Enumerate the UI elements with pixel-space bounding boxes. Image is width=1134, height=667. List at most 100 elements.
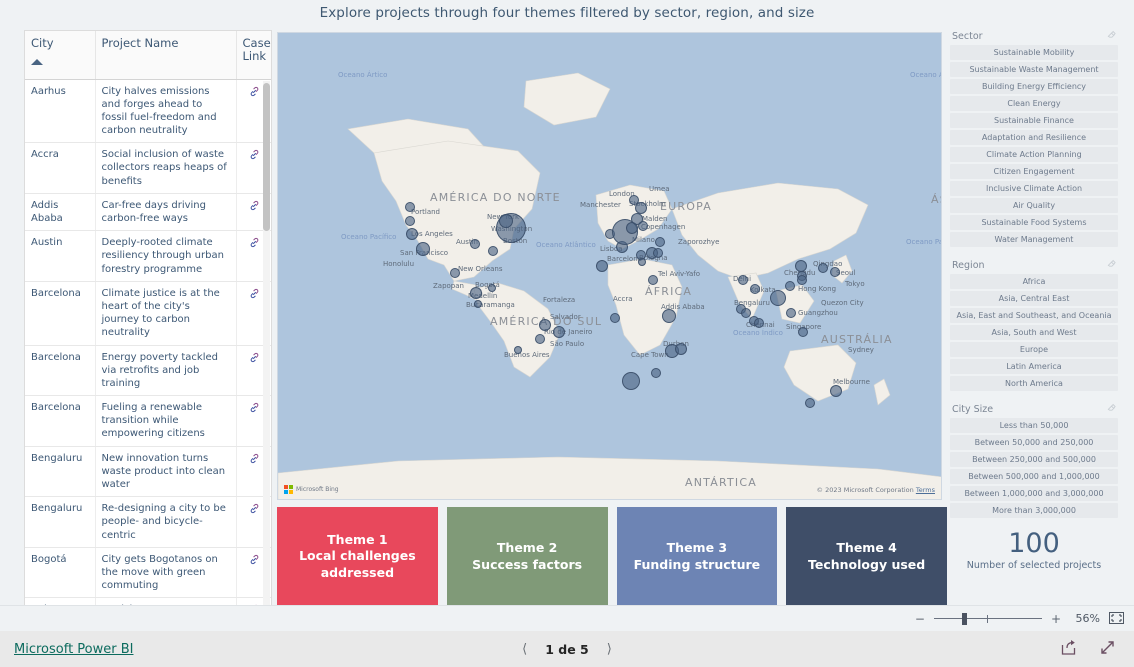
- world-map[interactable]: Oceano ÁrticoOceano ÁrticoOceano Pacífic…: [277, 32, 942, 500]
- map-bubble[interactable]: [785, 281, 795, 291]
- filter-option[interactable]: Climate Action Planning: [950, 147, 1118, 162]
- filter-option[interactable]: Sustainable Mobility: [950, 45, 1118, 60]
- chain-link-icon[interactable]: [249, 200, 260, 215]
- chain-link-icon[interactable]: [249, 352, 260, 367]
- map-bubble[interactable]: [797, 275, 807, 285]
- column-header-case-link[interactable]: Case Link: [236, 31, 271, 80]
- zoom-out-button[interactable]: −: [915, 613, 925, 625]
- filter-option[interactable]: Asia, East and Southeast, and Oceania: [950, 308, 1118, 323]
- map-bubble[interactable]: [514, 346, 522, 354]
- map-bubble[interactable]: [662, 309, 676, 323]
- theme-button-3[interactable]: Theme 3 Funding structure: [616, 507, 778, 605]
- map-bubble[interactable]: [638, 221, 648, 231]
- chain-link-icon[interactable]: [249, 402, 260, 417]
- zoom-slider[interactable]: [933, 612, 1042, 625]
- chain-link-icon[interactable]: [249, 237, 260, 252]
- filter-option[interactable]: Between 1,000,000 and 3,000,000: [950, 486, 1118, 501]
- table-row[interactable]: Barcelona Energy poverty tackled via retr…: [25, 345, 271, 397]
- map-bubble[interactable]: [648, 275, 658, 285]
- filter-option[interactable]: Inclusive Climate Action: [950, 181, 1118, 196]
- filter-option[interactable]: Sustainable Waste Management: [950, 62, 1118, 77]
- map-bubble[interactable]: [653, 248, 663, 258]
- chevron-right-icon[interactable]: ⟩: [607, 642, 612, 657]
- chain-link-icon[interactable]: [249, 149, 260, 164]
- filter-option[interactable]: Between 500,000 and 1,000,000: [950, 469, 1118, 484]
- table-row[interactable]: BolognaParticipatory process pushes sust…: [25, 597, 271, 605]
- table-row[interactable]: Addis Ababa Car-free days driving carbon-…: [25, 193, 271, 232]
- map-bubble[interactable]: [805, 398, 815, 408]
- map-bubble[interactable]: [488, 246, 498, 256]
- map-bubble[interactable]: [638, 258, 646, 266]
- map-bubble[interactable]: [535, 334, 545, 344]
- chevron-left-icon[interactable]: ⟨: [522, 642, 527, 657]
- table-row[interactable]: Bengaluru Re-designing a city to be peopl…: [25, 496, 271, 548]
- table-row[interactable]: Austin Deeply-rooted climate resiliency t…: [25, 230, 271, 282]
- filter-option[interactable]: Clean Energy: [950, 96, 1118, 111]
- filter-option[interactable]: Africa: [950, 274, 1118, 289]
- map-bubble[interactable]: [750, 284, 760, 294]
- filter-option[interactable]: Adaptation and Resilience: [950, 130, 1118, 145]
- map-bubble[interactable]: [786, 308, 796, 318]
- map-bubble[interactable]: [596, 260, 608, 272]
- map-bubble[interactable]: [499, 214, 513, 228]
- zoom-slider-thumb[interactable]: [961, 612, 967, 625]
- theme-button-2[interactable]: Theme 2 Success factors: [446, 507, 608, 605]
- map-bubble[interactable]: [474, 300, 482, 308]
- map-terms-link[interactable]: Terms: [916, 486, 935, 494]
- theme-button-1[interactable]: Theme 1 Local challenges addressed: [277, 507, 438, 605]
- map-bubble[interactable]: [798, 327, 808, 337]
- chain-link-icon[interactable]: [249, 453, 260, 468]
- filter-option[interactable]: Sustainable Finance: [950, 113, 1118, 128]
- chain-link-icon[interactable]: [249, 554, 260, 569]
- table-row[interactable]: Bengaluru New innovation turns waste prod…: [25, 446, 271, 498]
- table-row[interactable]: Barcelona Fueling a renewable transition …: [25, 395, 271, 447]
- map-bubble[interactable]: [770, 290, 786, 306]
- chain-link-icon[interactable]: [249, 288, 260, 303]
- eraser-icon[interactable]: [1107, 259, 1116, 271]
- microsoft-bing-logo[interactable]: Microsoft Bing: [284, 485, 339, 494]
- projects-table[interactable]: City Project Name Case Link Aarhus City h…: [24, 30, 272, 605]
- filter-option[interactable]: Between 250,000 and 500,000: [950, 452, 1118, 467]
- map-bubble[interactable]: [416, 242, 430, 256]
- map-bubble[interactable]: [405, 216, 415, 226]
- filter-option[interactable]: North America: [950, 376, 1118, 391]
- filter-option[interactable]: Less than 50,000: [950, 418, 1118, 433]
- filter-option[interactable]: Citizen Engagement: [950, 164, 1118, 179]
- eraser-icon[interactable]: [1107, 403, 1116, 415]
- map-bubble[interactable]: [651, 368, 661, 378]
- table-row[interactable]: Accra Social inclusion of waste collector…: [25, 142, 271, 194]
- map-bubble[interactable]: [553, 326, 565, 338]
- filter-option[interactable]: Water Management: [950, 232, 1118, 247]
- filter-option[interactable]: Asia, South and West: [950, 325, 1118, 340]
- map-bubble[interactable]: [450, 268, 460, 278]
- filter-option[interactable]: Europe: [950, 342, 1118, 357]
- filter-option[interactable]: Sustainable Food Systems: [950, 215, 1118, 230]
- zoom-in-button[interactable]: +: [1051, 613, 1061, 625]
- filter-option[interactable]: Asia, Central East: [950, 291, 1118, 306]
- filter-option[interactable]: Building Energy Efficiency: [950, 79, 1118, 94]
- map-bubble[interactable]: [470, 239, 480, 249]
- table-row[interactable]: Aarhus City halves emissions and forges a…: [25, 79, 271, 144]
- map-bubble[interactable]: [738, 275, 748, 285]
- map-bubble[interactable]: [655, 237, 665, 247]
- map-bubble[interactable]: [675, 343, 687, 355]
- map-bubble[interactable]: [830, 267, 840, 277]
- filter-option[interactable]: Air Quality: [950, 198, 1118, 213]
- column-header-project-name[interactable]: Project Name: [95, 31, 237, 80]
- fit-to-page-icon[interactable]: [1109, 609, 1124, 628]
- map-bubble[interactable]: [818, 263, 828, 273]
- table-row[interactable]: Bogotá City gets Bogotanos on the move wi…: [25, 547, 271, 599]
- table-scrollbar-thumb[interactable]: [263, 83, 270, 231]
- power-bi-brand-link[interactable]: Microsoft Power BI: [14, 642, 133, 657]
- filter-option[interactable]: More than 3,000,000: [950, 503, 1118, 518]
- map-bubble[interactable]: [406, 228, 418, 240]
- sort-ascending-icon[interactable]: [31, 59, 43, 66]
- eraser-icon[interactable]: [1107, 30, 1116, 42]
- fullscreen-icon[interactable]: [1099, 639, 1116, 660]
- chain-link-icon[interactable]: [249, 86, 260, 101]
- map-bubble[interactable]: [405, 202, 415, 212]
- map-bubble[interactable]: [622, 372, 640, 390]
- filter-option[interactable]: Latin America: [950, 359, 1118, 374]
- map-bubble[interactable]: [754, 318, 764, 328]
- map-bubble[interactable]: [539, 319, 551, 331]
